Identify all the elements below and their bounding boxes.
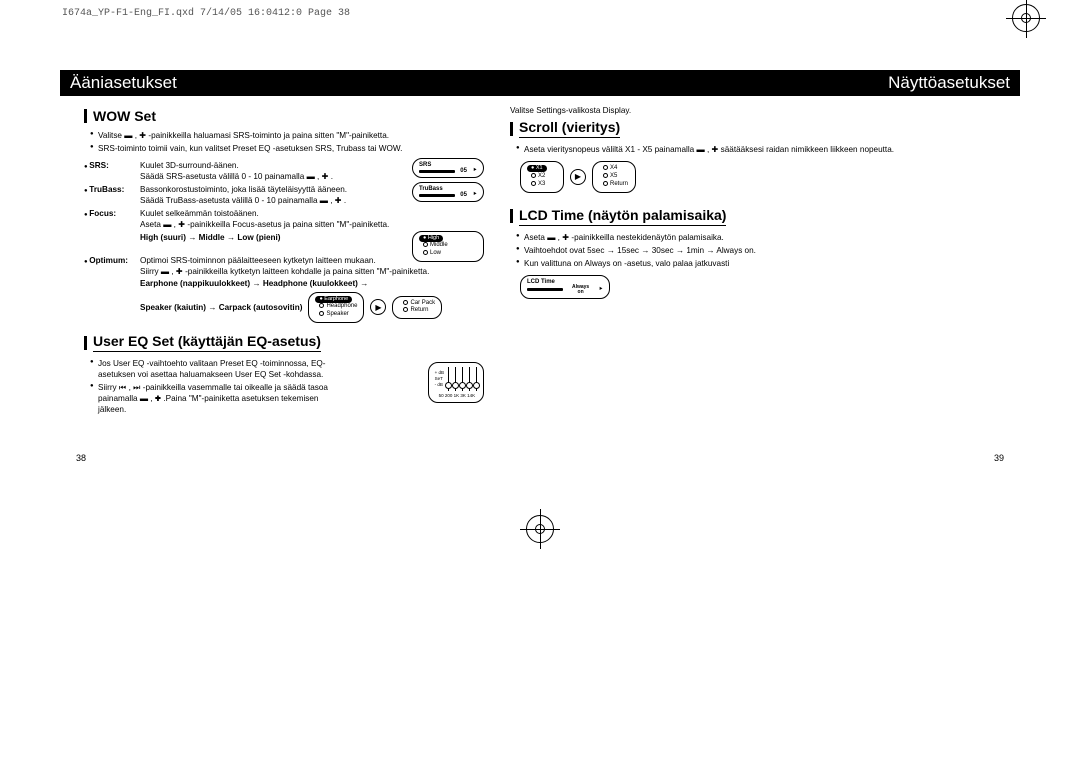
chapter-band: Ääniasetukset Näyttöasetukset — [60, 70, 1020, 96]
device-x-left: ● X1 X2 X3 — [520, 161, 564, 193]
optimum-chain2: Speaker (kaiutin) → Carpack (autosovitin… — [140, 303, 302, 312]
scroll-title: Scroll (vieritys) — [510, 119, 910, 138]
right-column: Valitse Settings-valikosta Display. Scro… — [510, 104, 910, 299]
device-hml: ● High Middle Low — [412, 231, 484, 263]
device-x-right: X4 X5 Return — [592, 161, 636, 193]
optimum-chain1: Earphone (nappikuulokkeet) → Headphone (… — [140, 279, 484, 288]
device-out-left: ● Earphone Headphone Speaker — [308, 292, 364, 324]
arrow-icon: ▶ — [570, 169, 586, 185]
scroll-list: Aseta vieritysnopeus väliltä X1 - X5 pai… — [510, 144, 910, 155]
page-number-right: 39 — [994, 453, 1004, 463]
left-column: WOW Set Valitse ▬ , ✚ -painikkeilla halu… — [84, 104, 484, 417]
lcd-time-title: LCD Time (näytön palamisaika) — [510, 207, 910, 226]
wow-intro-list: Valitse ▬ , ✚ -painikkeilla haluamasi SR… — [84, 130, 484, 154]
device-srs: SRS 05⯈ — [412, 158, 484, 178]
display-note: Valitse Settings-valikosta Display. — [510, 106, 910, 115]
device-out-right: Car Pack Return — [392, 296, 442, 320]
device-lcd: LCD Time Always on⯈ — [520, 275, 610, 299]
device-eq: + dB SeT - dB 50 200 1K 3K 14K — [428, 362, 484, 403]
user-eq-list: Jos User EQ -vaihtoehto valitaan Preset … — [84, 358, 340, 415]
device-trubass: TruBass 05⯈ — [412, 182, 484, 202]
registration-mark-bottom — [526, 515, 554, 543]
page: I674a_YP-F1-Eng_FI.qxd 7/14/05 16:0412:0… — [0, 0, 1080, 763]
user-eq-title: User EQ Set (käyttäjän EQ-asetus) — [84, 333, 484, 352]
focus-def: Focus: Kuulet selkeämmän toistoäänen. As… — [84, 208, 484, 230]
lcd-list: Aseta ▬ , ✚ -painikkeilla nestekidenäytö… — [510, 232, 910, 269]
page-number-left: 38 — [76, 453, 86, 463]
band-title-right: Näyttöasetukset — [888, 73, 1010, 93]
print-header: I674a_YP-F1-Eng_FI.qxd 7/14/05 16:0412:0… — [62, 8, 350, 19]
registration-mark-top — [1012, 4, 1040, 32]
arrow-icon: ▶ — [370, 299, 386, 315]
wow-set-title: WOW Set — [84, 108, 484, 124]
band-title-left: Ääniasetukset — [70, 73, 177, 93]
